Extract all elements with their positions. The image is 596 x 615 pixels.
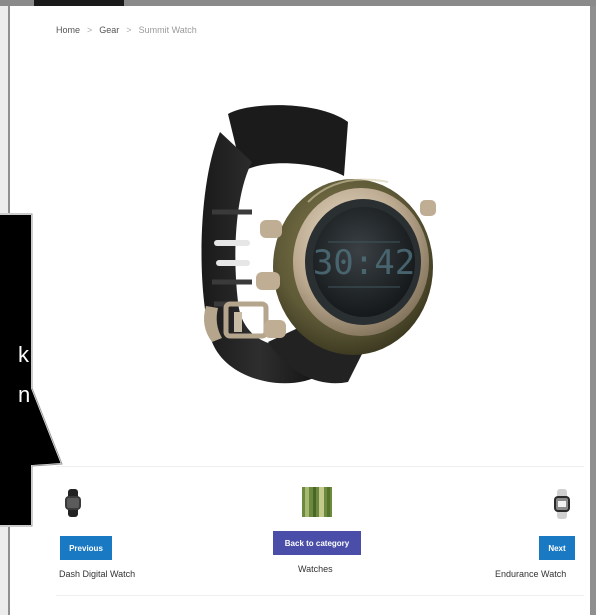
- breadcrumb-separator: >: [126, 25, 132, 35]
- product-image[interactable]: 30:42: [168, 92, 458, 402]
- category-thumbnail[interactable]: [302, 487, 332, 517]
- breadcrumb-home-link[interactable]: Home: [56, 25, 80, 35]
- callout-text-2: n: [18, 382, 30, 407]
- callout-text-1: k: [18, 342, 30, 367]
- window-top-bar: [0, 0, 596, 6]
- bottom-divider: [56, 595, 584, 596]
- breadcrumb-separator: >: [87, 25, 93, 35]
- section-divider: [56, 466, 584, 467]
- next-product-name[interactable]: Endurance Watch: [495, 569, 566, 579]
- breadcrumb-gear-link[interactable]: Gear: [99, 25, 119, 35]
- watch-display-reading: 30:42: [313, 243, 415, 283]
- right-frame-edge: [590, 6, 596, 615]
- previous-button[interactable]: Previous: [60, 536, 112, 560]
- breadcrumb-current: Summit Watch: [138, 25, 197, 35]
- next-button[interactable]: Next: [539, 536, 575, 560]
- window-tab: [34, 0, 124, 6]
- category-name[interactable]: Watches: [298, 564, 333, 574]
- previous-product-name[interactable]: Dash Digital Watch: [59, 569, 135, 579]
- previous-product-thumbnail[interactable]: [62, 489, 84, 517]
- back-to-category-button[interactable]: Back to category: [273, 531, 361, 555]
- callout-tooltip: k n: [0, 213, 64, 527]
- next-product-thumbnail[interactable]: [551, 489, 573, 519]
- breadcrumb: Home > Gear > Summit Watch: [56, 25, 197, 35]
